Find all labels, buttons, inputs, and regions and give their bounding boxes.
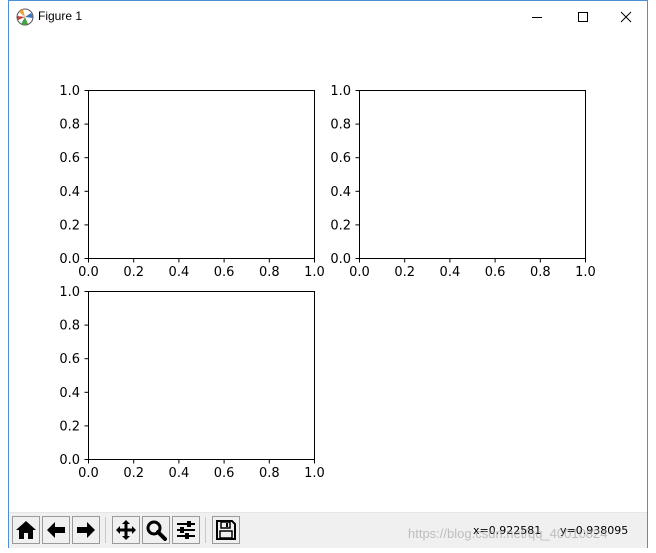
window-title: Figure 1 — [38, 9, 83, 23]
y-tick-label: 0.6 — [330, 151, 351, 166]
floppy-disk-icon — [216, 520, 236, 540]
home-icon — [16, 521, 36, 539]
x-tick-label: 0.4 — [440, 265, 461, 280]
y-tick-label: 0.8 — [330, 118, 351, 133]
configure-subplots-button[interactable] — [172, 516, 200, 544]
figure-svg: 0.0 0.2 0.4 0.6 0.8 1.00.00.20.40.60.81.00.0 0… — [59, 84, 596, 481]
x-coordinate-readout: x=0.922581 — [473, 524, 542, 537]
y-tick-label: 0.4 — [59, 386, 80, 401]
x-tick-label: 0.4 — [169, 466, 190, 481]
maximize-button[interactable] — [560, 1, 606, 32]
save-button[interactable] — [212, 516, 240, 544]
axes-frame — [359, 90, 586, 259]
subplot-1: 0.0 0.2 0.4 0.6 0.8 1.0 0.0 0.2 0.4 0.6 0.8 1.0 — [59, 84, 325, 280]
y-tick-label: 0.0 — [59, 252, 80, 267]
move-icon — [116, 520, 136, 540]
x-tick-label: 0.6 — [485, 265, 506, 280]
y-tick-label: 0.6 — [59, 151, 80, 166]
axes-frame — [88, 291, 315, 460]
toolbar-separator — [105, 517, 106, 543]
y-tick-label: 0.2 — [59, 218, 80, 233]
x-tick-label: 0.6 — [214, 265, 235, 280]
x-tick-label: 0.0 — [78, 265, 99, 280]
x-tick-label: 0.0 — [349, 265, 370, 280]
x-tick-label: 0.2 — [394, 265, 415, 280]
x-tick-label: 0.8 — [530, 265, 551, 280]
x-tick-label: 0.4 — [169, 265, 190, 280]
zoom-button[interactable] — [142, 516, 170, 544]
axes-frame — [88, 90, 315, 259]
forward-button[interactable] — [72, 516, 100, 544]
navigation-toolbar: x=0.922581 y=0.938095 — [9, 512, 647, 548]
maximize-icon — [578, 11, 588, 22]
sliders-icon — [177, 521, 195, 539]
x-tick-label: 1.0 — [304, 466, 325, 481]
title-bar[interactable]: Figure 1 — [9, 1, 647, 32]
toolbar-separator — [205, 517, 206, 543]
y-tick-label: 0.4 — [330, 185, 351, 200]
matplotlib-logo-icon — [16, 8, 34, 26]
back-button[interactable] — [42, 516, 70, 544]
close-button[interactable] — [603, 1, 649, 32]
y-tick-label: 0.0 — [330, 252, 351, 267]
figure-canvas[interactable]: 0.0 0.2 0.4 0.6 0.8 1.0 0.0 0.2 0.4 0.6 0.8 1.0 0.0 0… — [9, 32, 647, 512]
home-button[interactable] — [12, 516, 40, 544]
subplot-3: 0.0 0.2 0.4 0.6 0.8 1.0 0.0 0.2 0.4 0.6 0.8 1.0 — [59, 285, 325, 481]
x-tick-label: 1.0 — [304, 265, 325, 280]
magnifier-icon — [146, 520, 167, 541]
x-tick-label: 0.8 — [259, 265, 280, 280]
y-tick-label: 1.0 — [59, 84, 80, 99]
x-tick-label: 0.0 — [78, 466, 99, 481]
y-tick-label: 0.6 — [59, 352, 80, 367]
arrow-right-icon — [77, 522, 95, 538]
figure-window: Figure 1 0.0 0.2 0.4 0.6 0.8 1.0 0.0 0.2 0.4 0.6 0… — [8, 0, 648, 548]
pan-button[interactable] — [112, 516, 140, 544]
arrow-left-icon — [47, 522, 65, 538]
x-tick-label: 0.8 — [259, 466, 280, 481]
y-tick-label: 1.0 — [330, 84, 351, 99]
minimize-button[interactable] — [514, 1, 560, 32]
y-coordinate-readout: y=0.938095 — [560, 524, 629, 537]
x-tick-label: 1.0 — [575, 265, 596, 280]
close-icon — [620, 11, 632, 22]
desktop-background — [0, 0, 8, 553]
subplot-2: 0.0 0.2 0.4 0.6 0.8 1.0 0.0 0.2 0.4 0.6 0.8 1.0 — [330, 84, 596, 280]
y-tick-label: 0.8 — [59, 118, 80, 133]
y-tick-label: 0.0 — [59, 453, 80, 468]
y-tick-label: 0.2 — [59, 419, 80, 434]
y-tick-label: 1.0 — [59, 285, 80, 300]
y-tick-label: 0.4 — [59, 185, 80, 200]
x-tick-label: 0.6 — [214, 466, 235, 481]
minimize-icon — [532, 16, 542, 18]
x-tick-label: 0.2 — [123, 265, 144, 280]
x-tick-label: 0.2 — [123, 466, 144, 481]
y-tick-label: 0.2 — [330, 218, 351, 233]
y-tick-label: 0.8 — [59, 319, 80, 334]
